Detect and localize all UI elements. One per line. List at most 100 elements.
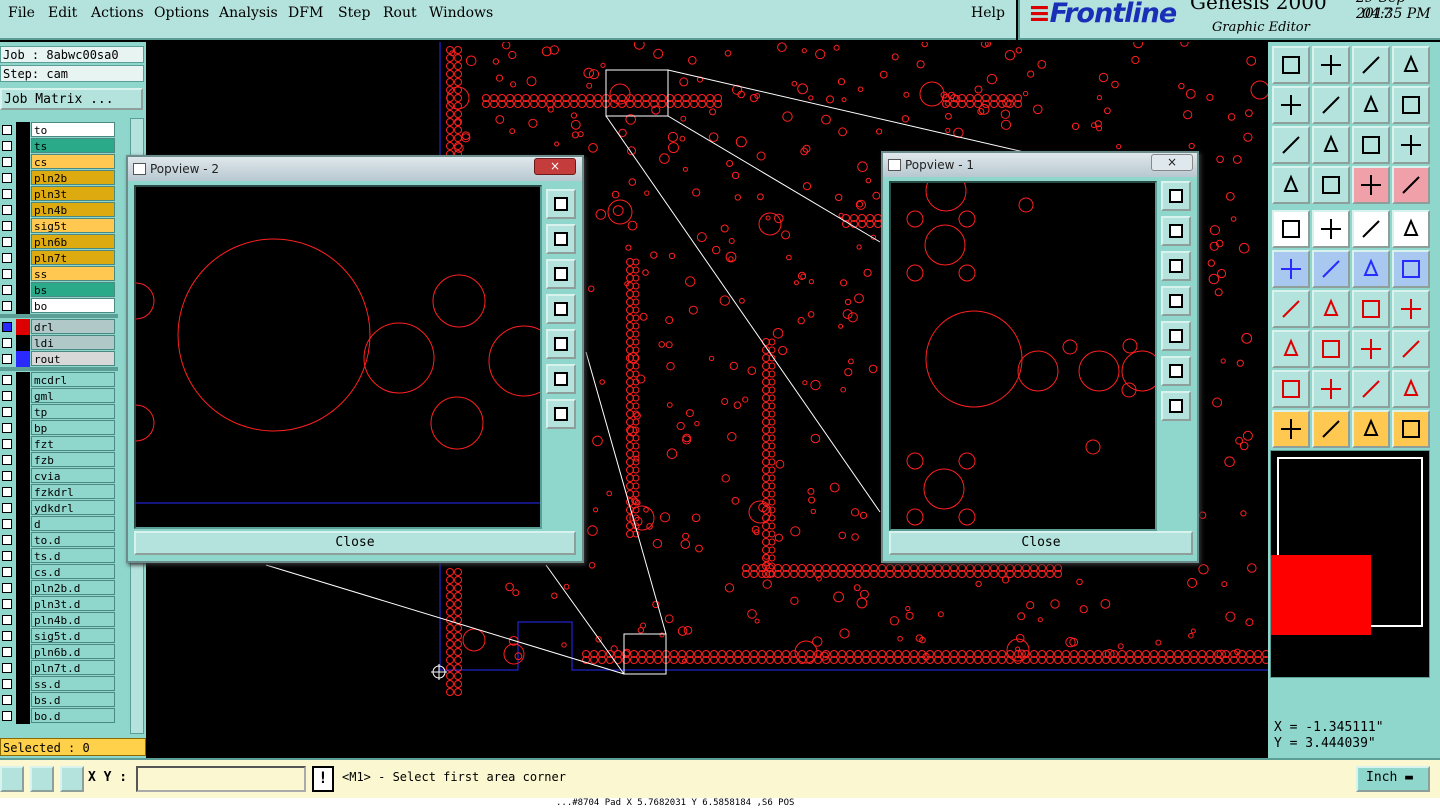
tool-icon-4-0[interactable] <box>1272 210 1310 248</box>
layer-row-pln7t[interactable]: pln7t <box>0 250 118 266</box>
layer-checkbox[interactable] <box>2 663 12 673</box>
tool-icon-0-0[interactable] <box>1272 46 1310 84</box>
popview-1-close-button[interactable]: Close <box>889 531 1193 555</box>
layer-checkbox[interactable] <box>2 439 12 449</box>
layer-checkbox[interactable] <box>2 173 12 183</box>
layer-row-gml[interactable]: gml <box>0 388 118 404</box>
measure-icon[interactable] <box>30 766 54 792</box>
pan-left-icon[interactable] <box>546 294 576 324</box>
layer-checkbox[interactable] <box>2 535 12 545</box>
layer-row-fzkdrl[interactable]: fzkdrl <box>0 484 118 500</box>
pan-down-icon[interactable] <box>546 259 576 289</box>
layer-checkbox[interactable] <box>2 205 12 215</box>
layer-row-fzt[interactable]: fzt <box>0 436 118 452</box>
layer-name[interactable]: pln6b <box>31 234 115 249</box>
layer-name[interactable]: pln2b.d <box>31 580 115 595</box>
tool-icon-3-1[interactable] <box>1312 166 1350 204</box>
tool-icon-2-1[interactable] <box>1312 126 1350 164</box>
popview-2-close-x-button[interactable]: × <box>534 158 576 175</box>
layer-row-mcdrl[interactable]: mcdrl <box>0 372 118 388</box>
layer-row-ts[interactable]: ts <box>0 138 118 154</box>
pan-up-icon[interactable] <box>546 224 576 254</box>
tool-icon-4-3[interactable] <box>1392 210 1430 248</box>
pan-left-icon[interactable] <box>1161 286 1191 316</box>
layer-row-bp[interactable]: bp <box>0 420 118 436</box>
popview-1-titlebar[interactable]: Popview - 1 <box>883 153 1197 177</box>
tool-icon-3-0[interactable] <box>1272 166 1310 204</box>
job-matrix-button[interactable]: Job Matrix ... <box>0 88 143 110</box>
layer-row-ss[interactable]: ss <box>0 266 118 282</box>
xy-input[interactable] <box>136 766 306 792</box>
tool-icon-6-3[interactable] <box>1392 290 1430 328</box>
layer-checkbox[interactable] <box>2 647 12 657</box>
layer-checkbox[interactable] <box>2 423 12 433</box>
tool-icon-3-3[interactable] <box>1392 166 1430 204</box>
tool-icon-7-0[interactable] <box>1272 330 1310 368</box>
layer-checkbox[interactable] <box>2 567 12 577</box>
layer-row-d[interactable]: d <box>0 516 118 532</box>
tool-icon-5-1[interactable] <box>1312 250 1350 288</box>
layer-row-ydkdrl[interactable]: ydkdrl <box>0 500 118 516</box>
tool-icon-8-2[interactable] <box>1352 370 1390 408</box>
menu-rout[interactable]: Rout <box>383 5 417 21</box>
zoom-window-icon[interactable] <box>546 189 576 219</box>
layer-name[interactable]: to <box>31 122 115 137</box>
layer-row-pln3t[interactable]: pln3t <box>0 186 118 202</box>
tool-icon-0-3[interactable] <box>1392 46 1430 84</box>
layer-row-ldi[interactable]: ldi <box>0 335 118 351</box>
menu-windows[interactable]: Windows <box>429 5 493 21</box>
layer-checkbox[interactable] <box>2 615 12 625</box>
pan-right-icon[interactable] <box>1161 321 1191 351</box>
layer-row-bo[interactable]: bo <box>0 298 118 314</box>
layer-checkbox[interactable] <box>2 354 12 364</box>
layer-checkbox[interactable] <box>2 455 12 465</box>
tool-icon-9-2[interactable] <box>1352 410 1390 448</box>
popview-1-view[interactable] <box>889 181 1157 531</box>
grid-icon[interactable] <box>60 766 84 792</box>
layer-name[interactable]: cvia <box>31 468 115 483</box>
layer-row-sig5t-d[interactable]: sig5t.d <box>0 628 118 644</box>
popview-1-close-x-button[interactable]: × <box>1151 154 1193 171</box>
layer-name[interactable]: to.d <box>31 532 115 547</box>
tool-icon-7-3[interactable] <box>1392 330 1430 368</box>
layer-row-rout[interactable]: rout <box>0 351 118 367</box>
layer-checkbox[interactable] <box>2 125 12 135</box>
layer-checkbox[interactable] <box>2 695 12 705</box>
pan-right-icon[interactable] <box>546 329 576 359</box>
popview-2-view[interactable] <box>134 185 542 529</box>
layer-checkbox[interactable] <box>2 391 12 401</box>
tool-icon-9-1[interactable] <box>1312 410 1350 448</box>
tool-icon-8-0[interactable] <box>1272 370 1310 408</box>
layer-name[interactable]: ydkdrl <box>31 500 115 515</box>
tool-icon-5-2[interactable] <box>1352 250 1390 288</box>
menu-analysis[interactable]: Analysis <box>219 5 278 21</box>
layer-row-pln4b-d[interactable]: pln4b.d <box>0 612 118 628</box>
tool-icon-0-2[interactable] <box>1352 46 1390 84</box>
menu-edit[interactable]: Edit <box>48 5 77 21</box>
layer-checkbox[interactable] <box>2 487 12 497</box>
tool-icon-9-3[interactable] <box>1392 410 1430 448</box>
layer-checkbox[interactable] <box>2 375 12 385</box>
layer-checkbox[interactable] <box>2 407 12 417</box>
tool-icon-4-2[interactable] <box>1352 210 1390 248</box>
layer-name[interactable]: fzt <box>31 436 115 451</box>
layer-row-pln6b-d[interactable]: pln6b.d <box>0 644 118 660</box>
layer-name[interactable]: bs <box>31 282 115 297</box>
tool-icon-1-2[interactable] <box>1352 86 1390 124</box>
layer-checkbox[interactable] <box>2 631 12 641</box>
layer-checkbox[interactable] <box>2 253 12 263</box>
tool-icon-6-0[interactable] <box>1272 290 1310 328</box>
layer-checkbox[interactable] <box>2 519 12 529</box>
tool-icon-5-0[interactable] <box>1272 250 1310 288</box>
layer-checkbox[interactable] <box>2 189 12 199</box>
pan-down-icon[interactable] <box>1161 251 1191 281</box>
layer-name[interactable]: ldi <box>31 335 115 350</box>
tool-icon-3-2[interactable] <box>1352 166 1390 204</box>
exclamation-button[interactable]: ! <box>312 766 334 792</box>
tool-icon-4-1[interactable] <box>1312 210 1350 248</box>
layer-checkbox[interactable] <box>2 583 12 593</box>
menu-step[interactable]: Step <box>338 5 370 21</box>
layer-name[interactable]: bo.d <box>31 708 115 723</box>
layer-name[interactable]: pln4b <box>31 202 115 217</box>
zoom-fit-icon[interactable] <box>1161 356 1191 386</box>
